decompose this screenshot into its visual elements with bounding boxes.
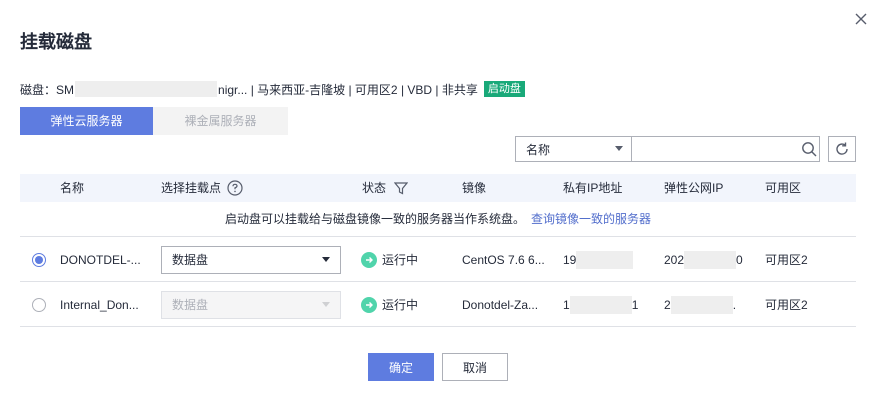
table-row[interactable]: Internal_Don... 数据盘 运行中 Donotdel-Za... 1… xyxy=(20,282,856,327)
server-name: Internal_Don... xyxy=(60,297,139,312)
status-text: 运行中 xyxy=(382,298,419,312)
disk-info-prefix: 磁盘：SM xyxy=(20,82,75,97)
image-name: Donotdel-Za... xyxy=(462,297,539,312)
search-button[interactable] xyxy=(799,137,819,161)
server-type-tabs: 弹性云服务器 裸金属服务器 xyxy=(20,107,288,135)
refresh-button[interactable] xyxy=(828,136,856,162)
search-icon xyxy=(802,142,817,157)
search-group: 名称 xyxy=(515,136,820,162)
header-mount-point-label: 选择挂载点 xyxy=(161,181,222,195)
table-header: 名称 选择挂载点 状态 镜像 私有IP地址 弹性公网IP 可用区 xyxy=(20,174,856,202)
header-image: 镜像 xyxy=(462,181,487,195)
table-row[interactable]: DONOTDEL-... 数据盘 运行中 CentOS 7.6 6... 19 … xyxy=(20,237,856,282)
eip: 2 . xyxy=(664,282,736,327)
query-consistent-servers-link[interactable]: 查询镜像一致的服务器 xyxy=(531,212,651,226)
availability-zone: 可用区2 xyxy=(765,253,808,267)
close-icon xyxy=(855,13,867,25)
row-radio-cell xyxy=(32,282,46,327)
eip-suffix: . xyxy=(732,297,737,312)
boot-disk-badge: 启动盘 xyxy=(483,81,525,97)
header-private-ip: 私有IP地址 xyxy=(563,181,623,195)
mount-point-cell: 数据盘 xyxy=(161,282,341,327)
image-name: CentOS 7.6 6... xyxy=(462,252,545,267)
search-field-label: 名称 xyxy=(526,142,551,157)
private-ip-prefix: 1 xyxy=(563,297,570,312)
disk-info-suffix: nigr... | 马来西亚-吉隆坡 | 可用区2 | VBD | 非共享 xyxy=(218,82,478,97)
boot-disk-notice: 启动盘可以挂载给与磁盘镜像一致的服务器当作系统盘。 查询镜像一致的服务器 xyxy=(20,202,856,237)
server-name: DONOTDEL-... xyxy=(60,252,141,267)
notice-text: 启动盘可以挂载给与磁盘镜像一致的服务器当作系统盘。 xyxy=(224,212,525,226)
mount-point-select[interactable]: 数据盘 xyxy=(161,245,341,274)
status-text: 运行中 xyxy=(382,253,419,267)
private-ip-prefix: 19 xyxy=(563,252,577,267)
header-eip: 弹性公网IP xyxy=(664,181,724,195)
row-radio[interactable] xyxy=(32,297,46,312)
mount-point-cell: 数据盘 xyxy=(161,237,341,282)
tab-bms[interactable]: 裸金属服务器 xyxy=(153,107,288,135)
filter-icon[interactable] xyxy=(394,181,409,195)
search-input[interactable] xyxy=(631,137,799,161)
private-ip-suffix: 1 xyxy=(631,297,639,312)
status-cell: 运行中 xyxy=(361,282,418,327)
row-radio-cell xyxy=(32,237,46,282)
caret-down-icon xyxy=(322,301,330,307)
mount-point-select: 数据盘 xyxy=(161,290,341,319)
private-ip: 1 1 xyxy=(563,282,638,327)
caret-down-icon xyxy=(322,256,330,262)
caret-down-icon xyxy=(614,146,623,151)
header-status-label: 状态 xyxy=(362,181,387,195)
header-az: 可用区 xyxy=(765,181,802,195)
dialog-title: 挂载磁盘 xyxy=(20,32,92,52)
mount-point-value: 数据盘 xyxy=(172,253,209,267)
search-field-select[interactable]: 名称 xyxy=(516,137,632,161)
disk-info: 磁盘：SM nigr... | 马来西亚-吉隆坡 | 可用区2 | VBD | … xyxy=(20,80,525,98)
header-mount-point: 选择挂载点 xyxy=(161,174,243,202)
eip-prefix: 2 xyxy=(664,297,671,312)
availability-zone: 可用区2 xyxy=(765,298,808,312)
refresh-icon xyxy=(836,142,848,155)
private-ip: 19 xyxy=(563,237,634,282)
header-name: 名称 xyxy=(60,181,85,195)
eip: 202 0 xyxy=(664,237,743,282)
mount-point-value: 数据盘 xyxy=(172,298,209,312)
confirm-button[interactable]: 确定 xyxy=(368,353,434,381)
header-status: 状态 xyxy=(362,174,409,202)
status-cell: 运行中 xyxy=(361,237,418,282)
cancel-button[interactable]: 取消 xyxy=(442,353,508,381)
redacted-block xyxy=(670,295,733,314)
running-status-icon xyxy=(361,296,377,313)
eip-prefix: 202 xyxy=(664,252,685,267)
eip-suffix: 0 xyxy=(736,252,743,267)
help-icon[interactable] xyxy=(227,180,243,196)
running-status-icon xyxy=(361,251,377,268)
redacted-block xyxy=(576,250,634,269)
tab-ecs[interactable]: 弹性云服务器 xyxy=(20,107,153,135)
redacted-block xyxy=(75,81,218,97)
row-radio[interactable] xyxy=(32,252,46,267)
close-button[interactable] xyxy=(852,10,870,28)
redacted-block xyxy=(569,295,632,314)
redacted-block xyxy=(684,250,737,269)
